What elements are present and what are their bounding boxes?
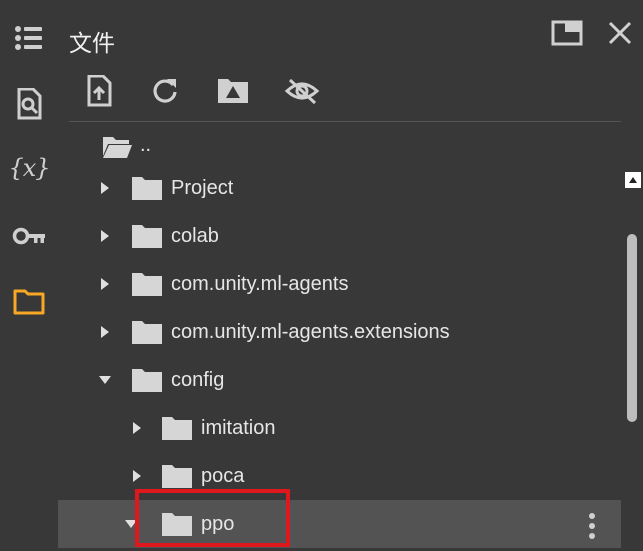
scrollbar-thumb[interactable] [627,234,637,422]
tree-row-project[interactable]: Project [58,164,621,212]
table-of-contents-icon[interactable] [11,20,47,56]
upload-file-icon[interactable] [80,72,118,110]
folder-icon [162,417,192,440]
tree-item-label: .. [140,134,152,156]
tree-item-label: poca [201,465,245,487]
find-replace-icon[interactable] [11,86,47,122]
tree-row-ml-agents-extensions[interactable]: com.unity.ml-agents.extensions [58,308,621,356]
toggle-hidden-files-icon[interactable] [283,72,321,110]
folder-icon [132,273,162,296]
folder-icon [132,177,162,200]
tree-row-colab[interactable]: colab [58,212,621,260]
folder-icon [132,225,162,248]
secrets-key-icon[interactable] [11,218,47,254]
tree-item-label: config [171,369,225,391]
highlight-box [135,489,290,547]
files-folder-icon[interactable] [11,284,47,320]
expand-arrow-icon[interactable] [130,421,144,435]
tree-row-config[interactable]: config [58,356,621,404]
folder-icon [132,369,162,392]
tree-item-label: Project [171,177,234,199]
tree-row-imitation[interactable]: imitation [58,404,621,452]
expand-arrow-icon[interactable] [98,181,112,195]
tree-item-label: imitation [201,417,276,439]
scroll-up-arrow-icon[interactable] [625,172,641,188]
expand-arrow-icon[interactable] [130,469,144,483]
refresh-icon[interactable] [146,72,184,110]
tree-item-label: com.unity.ml-agents.extensions [171,321,450,343]
more-options-icon[interactable] [585,512,599,540]
expand-arrow-icon[interactable] [98,277,112,291]
open-in-tab-icon[interactable] [550,16,584,50]
expand-arrow-icon[interactable] [98,229,112,243]
folder-icon [132,321,162,344]
expand-arrow-icon[interactable] [98,325,112,339]
folder-icon [162,465,192,488]
close-icon[interactable] [603,16,637,50]
panel-title: 文件 [69,30,115,56]
collapse-arrow-icon[interactable] [98,373,112,387]
toolbar-divider [69,121,621,122]
folder-open-icon [103,137,132,158]
mount-drive-icon[interactable] [214,72,252,110]
tree-row-ml-agents[interactable]: com.unity.ml-agents [58,260,621,308]
tree-item-label: com.unity.ml-agents [171,273,349,295]
tree-item-label: colab [171,225,219,247]
left-rail: {x} [0,0,58,551]
variables-icon[interactable]: {x} [8,150,50,186]
